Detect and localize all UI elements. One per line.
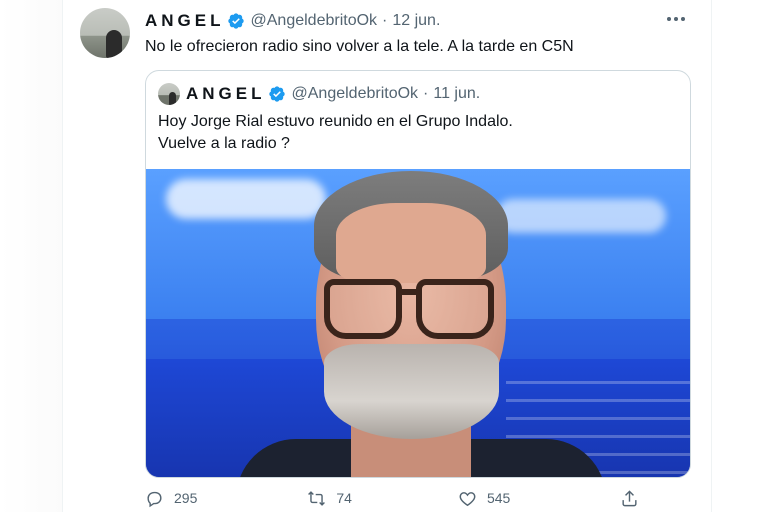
verified-badge-icon	[227, 13, 244, 29]
quoted-handle: @AngeldebritoOk	[291, 85, 419, 102]
author-name[interactable]: ANGEL	[145, 11, 225, 31]
page-margin	[0, 0, 62, 512]
retweet-icon	[308, 490, 326, 506]
verified-badge-icon	[268, 86, 285, 102]
like-button[interactable]: 545	[458, 489, 510, 508]
retweet-count: 74	[336, 490, 352, 506]
quoted-date: 11 jun.	[433, 85, 481, 102]
share-icon	[622, 489, 637, 506]
tweet-text: No le ofrecieron radio sino volver a la …	[145, 38, 574, 55]
reply-button[interactable]: 295	[145, 489, 197, 508]
like-icon	[459, 491, 476, 506]
tweet-header: ANGEL @AngeldebritoOk · 12 jun.	[145, 10, 440, 32]
author-handle[interactable]: @AngeldebritoOk	[251, 12, 378, 30]
more-horizontal-icon[interactable]	[665, 10, 687, 28]
separator: ·	[382, 12, 388, 29]
tweet-date[interactable]: 12 jun.	[392, 12, 440, 30]
tweet-card[interactable]: ANGEL @AngeldebritoOk · 12 jun. No le of…	[62, 0, 712, 512]
quoted-header: ANGEL @AngeldebritoOk · 11 jun.	[158, 83, 480, 105]
tweet-actions: 295 74 545	[145, 486, 685, 510]
share-button[interactable]	[620, 489, 649, 508]
quoted-media-photo[interactable]	[146, 169, 690, 477]
quoted-text-line-2: Vuelve a la radio ?	[158, 135, 290, 152]
retweet-button[interactable]: 74	[307, 489, 352, 508]
avatar[interactable]	[80, 8, 130, 58]
quoted-author-name: ANGEL	[186, 84, 266, 103]
quoted-text-line-1: Hoy Jorge Rial estuvo reunido en el Grup…	[158, 113, 513, 130]
like-count: 545	[486, 490, 511, 506]
reply-count: 295	[174, 490, 198, 506]
reply-icon	[147, 491, 162, 507]
quoted-text: Hoy Jorge Rial estuvo reunido en el Grup…	[158, 111, 513, 155]
quoted-tweet[interactable]: ANGEL @AngeldebritoOk · 11 jun. Hoy Jorg…	[145, 70, 691, 478]
separator: ·	[423, 85, 429, 102]
quoted-avatar	[158, 83, 180, 105]
